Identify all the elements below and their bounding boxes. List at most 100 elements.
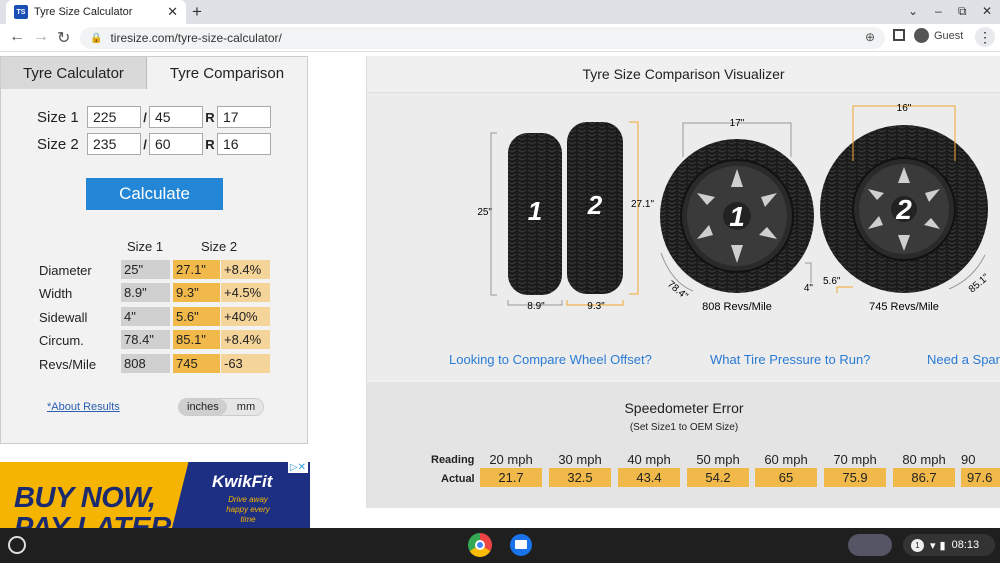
launcher-icon[interactable]	[8, 536, 26, 554]
row-label: Revs/Mile	[39, 357, 97, 372]
size2-rim-field[interactable]: 16	[217, 133, 271, 155]
size1-ratio-field[interactable]: 45	[149, 106, 203, 128]
reading-value: 40 mph	[627, 452, 671, 467]
tyre2-front-label: 2	[895, 194, 912, 225]
minimize-icon[interactable]: –	[935, 4, 942, 18]
tire-pressure-link[interactable]: What Tire Pressure to Run?	[710, 352, 870, 367]
advertisement-banner[interactable]: BUY NOW, PAY LATER KwikFit Drive away ha…	[0, 462, 310, 528]
rim1-label: 17"	[730, 118, 745, 129]
size2-ratio-field[interactable]: 60	[149, 133, 203, 155]
size1-width-field[interactable]: 225	[87, 106, 141, 128]
profile-button[interactable]: Guest	[914, 28, 963, 43]
size2-value: 85.1"	[173, 330, 220, 349]
adchoices-icon[interactable]: ▷✕	[287, 462, 308, 473]
calculate-button[interactable]: Calculate	[86, 178, 223, 210]
tyre2-front-view: 2	[820, 125, 988, 293]
size1-value: 8.9"	[121, 283, 170, 302]
tyre1-front-label: 1	[729, 201, 745, 232]
width2-label: 9.3"	[587, 301, 605, 312]
notification-count: 1	[911, 538, 924, 552]
forward-icon[interactable]: →	[33, 28, 49, 46]
tab-tyre-comparison[interactable]: Tyre Comparison	[147, 57, 307, 89]
size2-value: 5.6"	[173, 307, 220, 326]
visualizer-panel: Tyre Size Comparison Visualizer 1 2 25"	[366, 56, 1000, 508]
column-size2: Size 2	[201, 239, 238, 254]
size2-width-field[interactable]: 235	[87, 133, 141, 155]
need-spare-link[interactable]: Need a Spare?	[927, 352, 1000, 367]
speedometer-error-section: Speedometer Error (Set Size1 to OEM Size…	[367, 382, 1000, 508]
wifi-icon: ▾	[930, 539, 936, 552]
back-icon[interactable]: ←	[9, 28, 25, 46]
actual-value: 65	[755, 468, 817, 487]
row-label: Circum.	[39, 333, 84, 348]
slash-separator: /	[143, 109, 147, 125]
browser-tab-bar: TS Tyre Size Calculator ✕ + ⌄ – ⧉ ✕	[0, 0, 1000, 24]
address-bar[interactable]: 🔒 tiresize.com/tyre-size-calculator/ ⊕	[80, 27, 885, 49]
menu-icon[interactable]: ⋮	[975, 27, 995, 47]
size1-value: 78.4"	[121, 330, 170, 349]
zoom-icon[interactable]: ⊕	[865, 30, 875, 44]
difference-value: +4.5%	[221, 283, 270, 302]
circ1-label: 78.4"	[665, 279, 690, 303]
restore-icon[interactable]: ⧉	[958, 4, 967, 19]
sidewall1-label: 4"	[804, 283, 814, 294]
row-label: Width	[39, 286, 73, 301]
close-window-icon[interactable]: ✕	[982, 4, 992, 18]
reading-value: 20 mph	[489, 452, 533, 467]
url-text: tiresize.com/tyre-size-calculator/	[110, 31, 282, 45]
tyre1-side-view: 1	[508, 133, 562, 295]
speedometer-subtitle: (Set Size1 to OEM Size)	[629, 422, 739, 433]
size2-value: 9.3"	[173, 283, 220, 302]
compare-wheel-offset-link[interactable]: Looking to Compare Wheel Offset?	[449, 352, 652, 367]
tab-search-icon[interactable]: ⌄	[908, 4, 918, 18]
size1-label: Size 1	[37, 108, 79, 126]
size2-value: 745	[173, 354, 220, 373]
clock: 08:13	[951, 539, 980, 551]
reading-value: 80 mph	[902, 452, 946, 467]
reading-value: 30 mph	[558, 452, 602, 467]
actual-value: 32.5	[549, 468, 611, 487]
width1-label: 8.9"	[527, 301, 545, 312]
sidewall2-line	[836, 286, 853, 293]
revs1-label: 808 Revs/Mile	[702, 301, 772, 313]
unit-mm-option[interactable]: mm	[227, 401, 255, 413]
visualizer-title: Tyre Size Comparison Visualizer	[582, 66, 785, 82]
system-tray[interactable]: 1 ▾ ▮ 08:13	[903, 534, 995, 556]
new-tab-icon[interactable]: +	[192, 2, 202, 22]
reload-icon[interactable]: ↻	[57, 28, 70, 48]
unit-inches-option[interactable]: inches	[179, 399, 227, 415]
actual-value: 75.9	[824, 468, 886, 487]
actual-value: 86.7	[893, 468, 955, 487]
column-size1: Size 1	[127, 239, 164, 254]
tab-tyre-calculator[interactable]: Tyre Calculator	[1, 57, 147, 89]
holding-space-thumbnails[interactable]	[848, 534, 892, 556]
tyre1-label: 1	[528, 196, 542, 226]
row-label: Diameter	[39, 263, 92, 278]
about-results-link[interactable]: *About Results	[47, 401, 120, 413]
browser-tab[interactable]: TS Tyre Size Calculator ✕	[6, 0, 186, 24]
profile-label: Guest	[934, 29, 964, 42]
battery-icon: ▮	[939, 539, 946, 552]
reading-value: 50 mph	[696, 452, 740, 467]
actual-value: 21.7	[480, 468, 542, 487]
size1-value: 808	[121, 354, 170, 373]
row-label: Sidewall	[39, 310, 88, 325]
unit-toggle[interactable]: inches mm	[178, 398, 264, 416]
difference-value: +8.4%	[221, 330, 270, 349]
size1-rim-field[interactable]: 17	[217, 106, 271, 128]
rim-separator: R	[205, 136, 215, 152]
side-panel-icon[interactable]	[893, 29, 905, 41]
difference-value: +8.4%	[221, 260, 270, 279]
size2-row: Size 2 235 / 60 R 16	[37, 133, 271, 155]
tyre-diagram: 1 2 25" 27.1" 8.9" 9.3" 1 17" 4" 78.4" 8…	[477, 103, 992, 313]
tab-title: Tyre Size Calculator	[34, 6, 133, 18]
close-tab-icon[interactable]: ✕	[167, 4, 178, 20]
revs2-label: 745 Revs/Mile	[869, 301, 939, 313]
lock-icon: 🔒	[90, 32, 103, 44]
difference-value: -63	[221, 354, 270, 373]
favicon-icon: TS	[14, 5, 28, 19]
avatar-icon	[914, 28, 929, 43]
tyre1-front-view: 1	[660, 139, 814, 293]
reading-value: 60 mph	[764, 452, 808, 467]
ad-headline: BUY NOW,	[14, 482, 156, 514]
